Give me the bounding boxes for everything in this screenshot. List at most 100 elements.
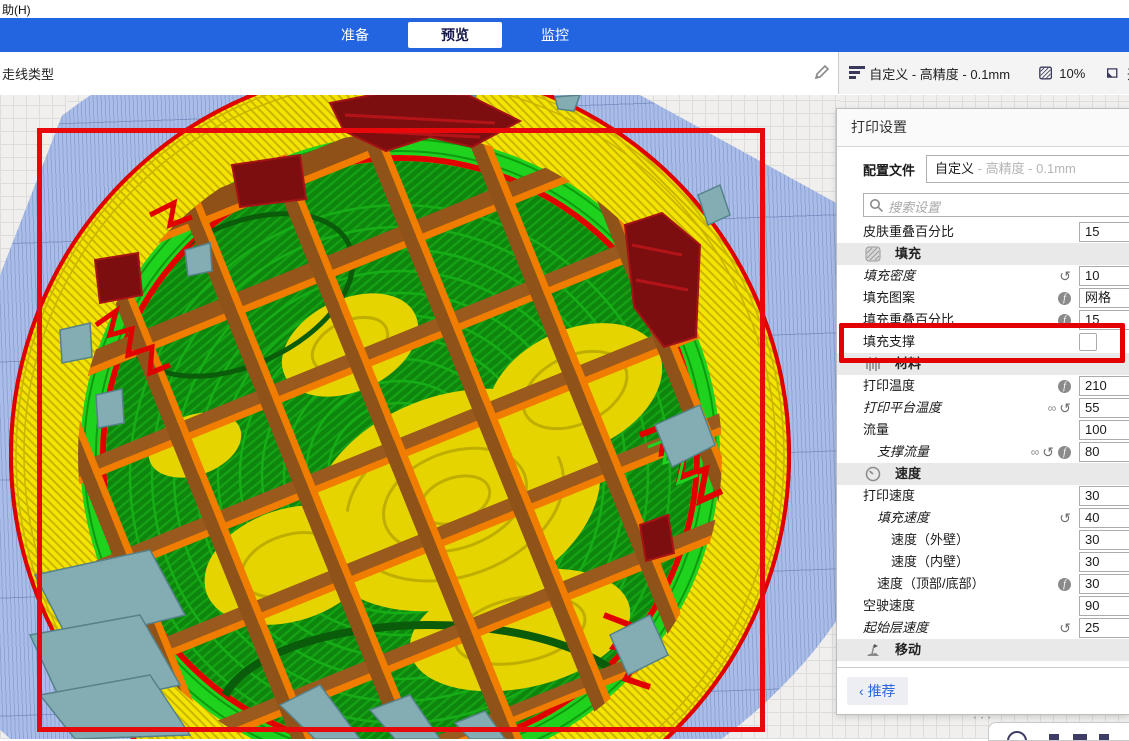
setting-input[interactable]: 210	[1079, 376, 1129, 396]
setting-row[interactable]: 打印平台温度 ∞ ↺ 55	[837, 397, 1129, 419]
link-icon: ∞	[1031, 441, 1039, 463]
setting-row[interactable]: 速度（内壁） 30	[837, 551, 1129, 573]
setting-input[interactable]: 15	[1079, 222, 1129, 242]
setting-label: 填充支撑	[863, 331, 915, 353]
profile-sliders-icon	[849, 66, 862, 80]
setting-input[interactable]: 90	[1079, 596, 1129, 616]
recommended-button[interactable]: ‹ 推荐	[847, 677, 908, 705]
search-settings-field[interactable]: 搜索设置	[863, 193, 1129, 217]
print-settings-summary[interactable]: 自定义 - 高精度 - 0.1mm 10% 开	[838, 52, 1129, 94]
function-icon: f	[1058, 380, 1071, 393]
setting-label: 空驶速度	[863, 595, 915, 617]
setting-row[interactable]: 支撑流量 ∞ ↺ f 80	[837, 441, 1129, 463]
profile-row: 配置文件 自定义 - 高精度 - 0.1mm	[837, 147, 1129, 191]
pencil-icon[interactable]	[813, 63, 831, 81]
setting-row[interactable]: 起始层速度 ↺ 25	[837, 617, 1129, 639]
function-icon: f	[1058, 314, 1071, 327]
setting-label: 速度（外壁）	[891, 529, 969, 551]
setting-row-infill-support[interactable]: 填充支撑	[837, 331, 1129, 353]
section-material[interactable]: 材料	[837, 353, 1129, 375]
setting-dropdown[interactable]: 网格	[1079, 288, 1129, 308]
support-icon	[1106, 65, 1120, 81]
stage-bar: 准备 预览 监控	[0, 18, 1129, 52]
profile-label: 配置文件	[863, 160, 915, 179]
setting-label: 速度（内壁）	[891, 551, 969, 573]
setting-row[interactable]: 打印速度 30	[837, 485, 1129, 507]
summary-infill: 10%	[1059, 66, 1085, 81]
setting-label: 填充速度	[877, 507, 929, 529]
section-title: 速度	[895, 463, 921, 485]
setting-label: 流量	[863, 419, 889, 441]
setting-label: 填充图案	[863, 287, 915, 309]
setting-input[interactable]: 55	[1079, 398, 1129, 418]
setting-row[interactable]: 速度（外壁） 30	[837, 529, 1129, 551]
menu-item-help[interactable]: 助(H)	[2, 1, 31, 18]
setting-row[interactable]: 皮肤重叠百分比 15	[837, 221, 1129, 243]
section-title: 材料	[895, 353, 921, 375]
sliced-model[interactable]	[0, 95, 840, 739]
revert-icon[interactable]: ↺	[1059, 269, 1071, 283]
setting-row[interactable]: 空驶速度 90	[837, 595, 1129, 617]
setting-input[interactable]: 30	[1079, 486, 1129, 506]
search-placeholder: 搜索设置	[888, 197, 940, 216]
speed-section-icon	[865, 466, 881, 482]
setting-row[interactable]: 填充重叠百分比 f 15	[837, 309, 1129, 331]
infill-grid-icon	[1039, 65, 1052, 81]
setting-label: 支撑流量	[877, 441, 929, 463]
search-icon	[869, 198, 884, 213]
setting-input[interactable]: 30	[1079, 574, 1129, 594]
tab-prepare[interactable]: 准备	[308, 22, 402, 48]
setting-label: 填充密度	[863, 265, 915, 287]
function-icon: f	[1058, 292, 1071, 305]
setting-input[interactable]: 80	[1079, 442, 1129, 462]
profile-name: 自定义	[935, 161, 974, 176]
panel-footer: ‹ 推荐 ···	[837, 667, 1129, 720]
setting-row[interactable]: 流量 100	[837, 419, 1129, 441]
profile-dropdown[interactable]: 自定义 - 高精度 - 0.1mm	[926, 155, 1129, 183]
setting-label: 打印温度	[863, 375, 915, 397]
infill-support-checkbox[interactable]	[1079, 333, 1097, 351]
setting-input[interactable]: 100	[1079, 420, 1129, 440]
revert-icon[interactable]: ↺	[1059, 621, 1071, 635]
print-settings-panel: 打印设置 配置文件 自定义 - 高精度 - 0.1mm 搜索设置 皮肤重叠百分比…	[836, 108, 1129, 715]
setting-input[interactable]: 25	[1079, 618, 1129, 638]
setting-input[interactable]: 30	[1079, 552, 1129, 572]
revert-icon[interactable]: ↺	[1059, 401, 1071, 415]
setting-row[interactable]: 速度（顶部/底部） f 30	[837, 573, 1129, 595]
setting-input[interactable]: 15	[1079, 310, 1129, 330]
setting-row[interactable]: 填充密度 ↺ 10	[837, 265, 1129, 287]
setting-row[interactable]: 打印温度 f 210	[837, 375, 1129, 397]
tab-monitor[interactable]: 监控	[508, 22, 602, 48]
section-title: 填充	[895, 243, 921, 265]
tab-preview[interactable]: 预览	[408, 22, 502, 48]
menu-bar: 助(H)	[0, 0, 1129, 18]
setting-label: 速度（顶部/底部）	[877, 573, 985, 595]
section-title: 移动	[895, 639, 921, 661]
stage-tabs: 准备 预览 监控	[308, 22, 602, 48]
setting-input[interactable]: 30	[1079, 530, 1129, 550]
settings-rows: 皮肤重叠百分比 15 填充 填充密度 ↺ 10 填充图案 f 网格 填充重叠百分…	[837, 221, 1129, 661]
setting-label: 打印平台温度	[863, 397, 941, 419]
setting-input[interactable]: 40	[1079, 508, 1129, 528]
setting-label: 起始层速度	[863, 617, 928, 639]
function-icon: f	[1058, 578, 1071, 591]
recommended-label: 推荐	[868, 683, 896, 699]
print-time-popup	[988, 722, 1129, 741]
panel-resize-handle[interactable]: ···	[972, 714, 994, 722]
revert-icon[interactable]: ↺	[1059, 511, 1071, 525]
summary-profile: 自定义 - 高精度 - 0.1mm	[869, 64, 1010, 83]
profile-detail: - 高精度 - 0.1mm	[974, 161, 1076, 176]
chevron-left-icon: ‹	[859, 683, 864, 699]
clock-icon	[1007, 731, 1027, 741]
setting-input[interactable]: 10	[1079, 266, 1129, 286]
setting-row[interactable]: 填充图案 f 网格	[837, 287, 1129, 309]
setting-row[interactable]: 填充速度 ↺ 40	[837, 507, 1129, 529]
section-infill[interactable]: 填充	[837, 243, 1129, 265]
infill-section-icon	[865, 246, 881, 262]
section-speed[interactable]: 速度	[837, 463, 1129, 485]
revert-icon[interactable]: ↺	[1042, 445, 1054, 459]
setting-label: 皮肤重叠百分比	[863, 221, 954, 243]
function-icon: f	[1058, 446, 1071, 459]
color-scheme-label[interactable]: 走线类型	[2, 64, 54, 83]
section-travel[interactable]: 移动	[837, 639, 1129, 661]
